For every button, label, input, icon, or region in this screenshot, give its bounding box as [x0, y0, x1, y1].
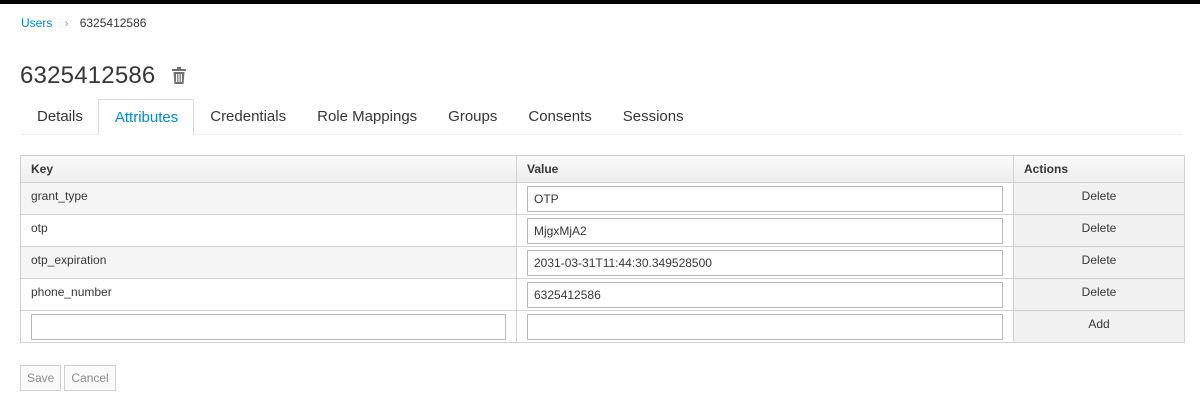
attribute-value-input[interactable] [527, 217, 1003, 244]
attribute-key: otp [20, 214, 517, 247]
delete-attribute-button[interactable]: Delete [1013, 278, 1185, 311]
save-button[interactable]: Save [20, 365, 62, 391]
table-row: grant_type Delete [20, 182, 1185, 215]
form-buttons: Save Cancel [20, 365, 116, 391]
tab-bar: Details Attributes Credentials Role Mapp… [21, 99, 1183, 135]
attribute-value-cell [516, 278, 1014, 311]
tab-groups[interactable]: Groups [432, 99, 512, 134]
table-row: otp_expiration Delete [20, 246, 1185, 279]
new-attribute-key-input[interactable] [31, 313, 506, 340]
column-header-value: Value [516, 155, 1014, 183]
attribute-value-cell [516, 246, 1014, 279]
table-row: phone_number Delete [20, 278, 1185, 311]
attribute-value-cell [516, 214, 1014, 247]
attribute-key: otp_expiration [20, 246, 517, 279]
new-value-cell [516, 310, 1014, 343]
breadcrumb: Users › 6325412586 [21, 15, 146, 32]
new-attribute-value-input[interactable] [527, 313, 1003, 340]
tab-role-mappings[interactable]: Role Mappings [301, 99, 432, 134]
attribute-value-cell [516, 182, 1014, 215]
breadcrumb-users-link[interactable]: Users [21, 16, 52, 30]
tab-details[interactable]: Details [21, 99, 98, 134]
attribute-key: grant_type [20, 182, 517, 215]
new-key-cell [20, 310, 517, 343]
column-header-actions: Actions [1013, 155, 1185, 183]
breadcrumb-current: 6325412586 [79, 16, 147, 30]
tab-attributes[interactable]: Attributes [97, 99, 195, 135]
attributes-table: Key Value Actions grant_type Delete otp … [20, 155, 1185, 343]
page-header: 6325412586 [20, 62, 187, 90]
table-row: otp Delete [20, 214, 1185, 247]
new-attribute-row: Add [20, 310, 1185, 343]
table-header-row: Key Value Actions [20, 155, 1185, 183]
trash-icon[interactable] [171, 67, 187, 85]
top-bar [0, 0, 1200, 4]
delete-attribute-button[interactable]: Delete [1013, 246, 1185, 279]
delete-attribute-button[interactable]: Delete [1013, 214, 1185, 247]
delete-attribute-button[interactable]: Delete [1013, 182, 1185, 215]
attribute-value-input[interactable] [527, 281, 1003, 308]
cancel-button[interactable]: Cancel [64, 365, 116, 391]
tab-sessions[interactable]: Sessions [607, 99, 699, 134]
add-attribute-button[interactable]: Add [1013, 310, 1185, 343]
attribute-key: phone_number [20, 278, 517, 311]
column-header-key: Key [20, 155, 517, 183]
tab-consents[interactable]: Consents [512, 99, 606, 134]
attribute-value-input[interactable] [527, 185, 1003, 212]
chevron-right-icon: › [64, 18, 69, 30]
page-title: 6325412586 [20, 62, 156, 89]
tab-credentials[interactable]: Credentials [194, 99, 301, 134]
attribute-value-input[interactable] [527, 249, 1003, 276]
